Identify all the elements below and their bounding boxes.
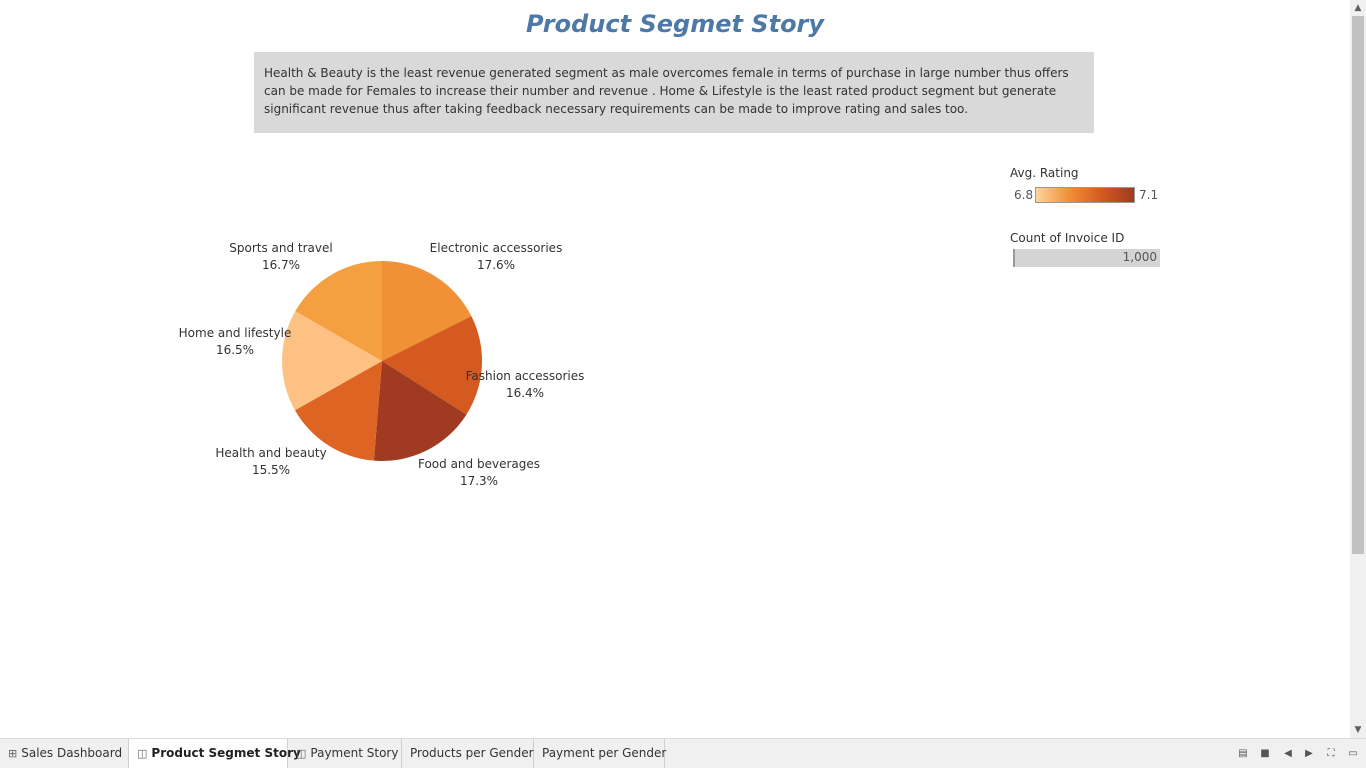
- scroll-down-icon[interactable]: ▼: [1350, 722, 1366, 738]
- scroll-thumb[interactable]: [1352, 16, 1364, 554]
- sheet-tab-bar: ⊞ Sales Dashboard ◫ Product Segmet Story ◫…: [0, 738, 1366, 768]
- count-legend-title: Count of Invoice ID: [1010, 231, 1125, 245]
- slice-percent: 17.3%: [460, 474, 498, 488]
- previous-sheet-icon[interactable]: ◀: [1281, 747, 1295, 761]
- pie-slices: [282, 261, 483, 462]
- story-icon: ◫: [137, 747, 148, 760]
- tab-products-per-gender[interactable]: Products per Gender: [402, 739, 534, 768]
- slice-label: Food and beverages: [418, 457, 540, 471]
- tab-product-segmet-story[interactable]: ◫ Product Segmet Story: [129, 739, 301, 768]
- single-sheet-icon[interactable]: ■: [1258, 747, 1272, 761]
- presentation-mode-icon[interactable]: ▭: [1346, 747, 1360, 761]
- slice-label: Electronic accessories: [430, 241, 563, 255]
- slice-label: Health and beauty: [215, 446, 326, 460]
- pie-chart[interactable]: Electronic accessories 17.6% Fashion acces…: [0, 0, 700, 520]
- fullscreen-icon[interactable]: ⛶: [1324, 747, 1338, 761]
- scroll-up-icon[interactable]: ▲: [1350, 0, 1366, 16]
- count-size-legend: 1,000: [1013, 249, 1160, 267]
- avg-rating-max: 7.1: [1139, 188, 1159, 202]
- tab-payment-per-gender[interactable]: Payment per Gender: [534, 739, 666, 768]
- slice-percent: 15.5%: [252, 463, 290, 477]
- story-icon: ◫: [296, 747, 307, 760]
- vertical-scrollbar[interactable]: ▲ ▼: [1350, 0, 1366, 738]
- slice-percent: 17.6%: [477, 258, 515, 272]
- grid-icon: ⊞: [8, 747, 18, 760]
- tab-sales-dashboard[interactable]: ⊞ Sales Dashboard: [0, 739, 129, 768]
- next-sheet-icon[interactable]: ▶: [1302, 747, 1316, 761]
- slice-label: Sports and travel: [229, 241, 332, 255]
- slice-percent: 16.5%: [216, 343, 254, 357]
- count-value: 1,000: [1122, 250, 1157, 264]
- tab-payment-story[interactable]: ◫ Payment Story: [288, 739, 402, 768]
- slice-label: Fashion accessories: [466, 369, 585, 383]
- avg-rating-color-ramp: [1035, 187, 1135, 203]
- avg-rating-min: 6.8: [1014, 188, 1034, 202]
- slice-percent: 16.4%: [506, 386, 544, 400]
- avg-rating-legend-title: Avg. Rating: [1010, 166, 1079, 180]
- film-strip-icon[interactable]: ▤: [1236, 747, 1250, 761]
- slice-label: Home and lifestyle: [179, 326, 292, 340]
- slice-percent: 16.7%: [262, 258, 300, 272]
